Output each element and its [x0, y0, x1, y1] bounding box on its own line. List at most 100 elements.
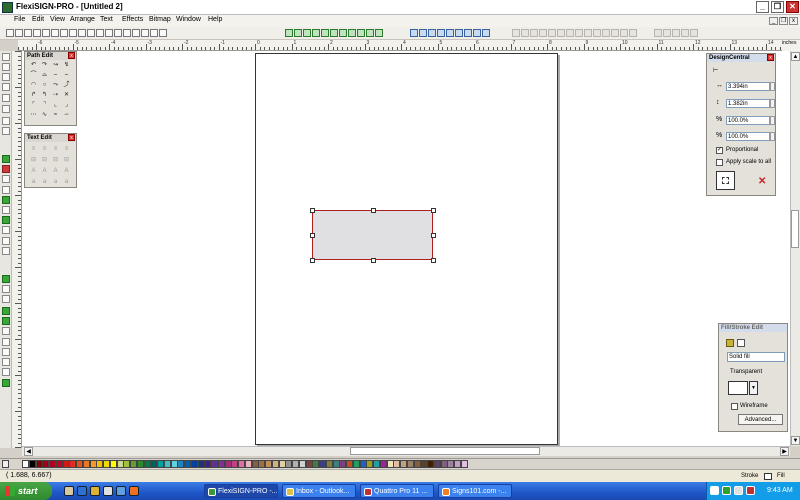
menu-item[interactable]: File: [14, 16, 25, 23]
toolbar-button[interactable]: [6, 29, 14, 37]
text-tool-icon[interactable]: ≡: [41, 146, 48, 152]
tool-button[interactable]: [2, 317, 10, 325]
toolbar-button[interactable]: [584, 29, 592, 37]
reference-point-icon[interactable]: [716, 171, 735, 190]
toolbar-button[interactable]: [348, 29, 356, 37]
vertical-scroll-thumb[interactable]: [791, 210, 799, 248]
start-button[interactable]: start: [0, 482, 52, 500]
toolbar-button[interactable]: [366, 29, 374, 37]
toolbar-button[interactable]: [539, 29, 547, 37]
tool-button[interactable]: [2, 105, 10, 113]
height-field[interactable]: 1.382in: [726, 99, 770, 108]
toolbar-button[interactable]: [15, 29, 23, 37]
toolbar-button[interactable]: [548, 29, 556, 37]
horizontal-scroll-thumb[interactable]: [350, 447, 540, 455]
path-tool-icon[interactable]: ↶: [30, 62, 37, 68]
toolbar-button[interactable]: [51, 29, 59, 37]
text-tool-icon[interactable]: a: [41, 179, 48, 185]
toolbar-button[interactable]: [150, 29, 158, 37]
stroke-pen-icon[interactable]: [737, 339, 745, 347]
no-color-swatch[interactable]: [2, 460, 9, 468]
tool-button[interactable]: [2, 285, 10, 293]
path-tool-icon[interactable]: ⌒: [30, 72, 37, 78]
toolbar-button[interactable]: [512, 29, 520, 37]
path-tool-icon[interactable]: ↰: [41, 92, 48, 98]
scale-width-spinner[interactable]: [770, 116, 775, 125]
text-tool-icon[interactable]: ⊟: [41, 157, 48, 163]
tool-button[interactable]: [2, 165, 10, 173]
toolbar-button[interactable]: [473, 29, 481, 37]
move-tab-icon[interactable]: ⊢: [713, 67, 722, 74]
mdi-minimize-button[interactable]: _: [769, 17, 778, 25]
security-tray-icon[interactable]: [746, 486, 755, 495]
text-tool-icon[interactable]: ⊟: [52, 157, 59, 163]
toolbar-button[interactable]: [464, 29, 472, 37]
tool-button[interactable]: [2, 226, 10, 234]
tool-button[interactable]: [2, 63, 10, 71]
text-tool-icon[interactable]: A: [30, 168, 37, 174]
restore-button[interactable]: ❐: [771, 1, 784, 13]
scale-height-spinner[interactable]: [770, 132, 775, 141]
toolbar-button[interactable]: [123, 29, 131, 37]
design-central-close-button[interactable]: x: [767, 54, 774, 61]
quicklaunch-app-icon[interactable]: [103, 486, 113, 496]
resize-handle[interactable]: [370, 208, 376, 213]
toolbar-button[interactable]: [437, 29, 445, 37]
cancel-icon[interactable]: ✕: [758, 176, 766, 187]
path-tool-icon[interactable]: ↝: [52, 62, 59, 68]
tool-button[interactable]: [2, 53, 10, 61]
scroll-left-arrow[interactable]: ◀: [24, 447, 33, 456]
tool-button[interactable]: [2, 206, 10, 214]
tool-button[interactable]: [2, 186, 10, 194]
path-tool-icon[interactable]: ⤳: [52, 82, 59, 88]
tool-button[interactable]: [2, 247, 10, 255]
width-field[interactable]: 3.394in: [726, 82, 770, 91]
text-tool-icon[interactable]: A: [63, 168, 70, 174]
toolbar-button[interactable]: [410, 29, 418, 37]
minimize-button[interactable]: _: [756, 1, 769, 13]
scale-height-field[interactable]: 100.0%: [726, 132, 770, 141]
tool-button[interactable]: [2, 94, 10, 102]
task-quattro[interactable]: Quattro Pro 11 ...: [360, 484, 434, 498]
tool-button[interactable]: [2, 83, 10, 91]
tool-button[interactable]: [2, 216, 10, 224]
text-tool-icon[interactable]: ⊟: [63, 157, 70, 163]
design-central-title[interactable]: DesignCentral: [707, 54, 775, 62]
fill-type-field[interactable]: Solid fill: [727, 352, 785, 362]
tool-button[interactable]: [2, 73, 10, 81]
path-tool-icon[interactable]: ⤴: [63, 82, 70, 88]
toolbar-button[interactable]: [530, 29, 538, 37]
toolbar-button[interactable]: [78, 29, 86, 37]
text-tool-icon[interactable]: ⊟: [30, 157, 37, 163]
tool-button[interactable]: [2, 327, 10, 335]
path-tool-icon[interactable]: ◠: [30, 82, 37, 88]
tool-button[interactable]: [2, 358, 10, 366]
mdi-close-button[interactable]: x: [789, 17, 798, 25]
resize-handle[interactable]: [310, 233, 315, 238]
tool-button[interactable]: [2, 368, 10, 376]
task-outlook[interactable]: Inbox - Outlook...: [282, 484, 356, 498]
path-tool-icon[interactable]: ↷: [41, 62, 48, 68]
height-spinner[interactable]: [770, 99, 775, 108]
path-tool-icon[interactable]: ⌞: [52, 102, 59, 108]
proportional-checkbox[interactable]: ✓: [716, 147, 723, 154]
text-tool-icon[interactable]: ≡: [63, 146, 70, 152]
text-tool-icon[interactable]: ≡: [30, 146, 37, 152]
tool-button[interactable]: [2, 196, 10, 204]
toolbar-button[interactable]: [375, 29, 383, 37]
path-tool-icon[interactable]: ↯: [63, 62, 70, 68]
text-edit-close-button[interactable]: x: [68, 134, 75, 141]
toolbar-button[interactable]: [105, 29, 113, 37]
vertical-scrollbar[interactable]: [790, 51, 800, 446]
menu-item[interactable]: Window: [176, 16, 201, 23]
path-tool-icon[interactable]: ⋯: [30, 112, 37, 118]
toolbar-button[interactable]: [672, 29, 680, 37]
tool-button[interactable]: [2, 307, 10, 315]
toolbar-button[interactable]: [428, 29, 436, 37]
tool-button[interactable]: [2, 379, 10, 387]
quicklaunch-firefox-icon[interactable]: [129, 486, 139, 496]
resize-handle[interactable]: [431, 258, 436, 263]
toolbar-button[interactable]: [33, 29, 41, 37]
resize-handle[interactable]: [431, 208, 436, 213]
menu-item[interactable]: Bitmap: [149, 16, 171, 23]
